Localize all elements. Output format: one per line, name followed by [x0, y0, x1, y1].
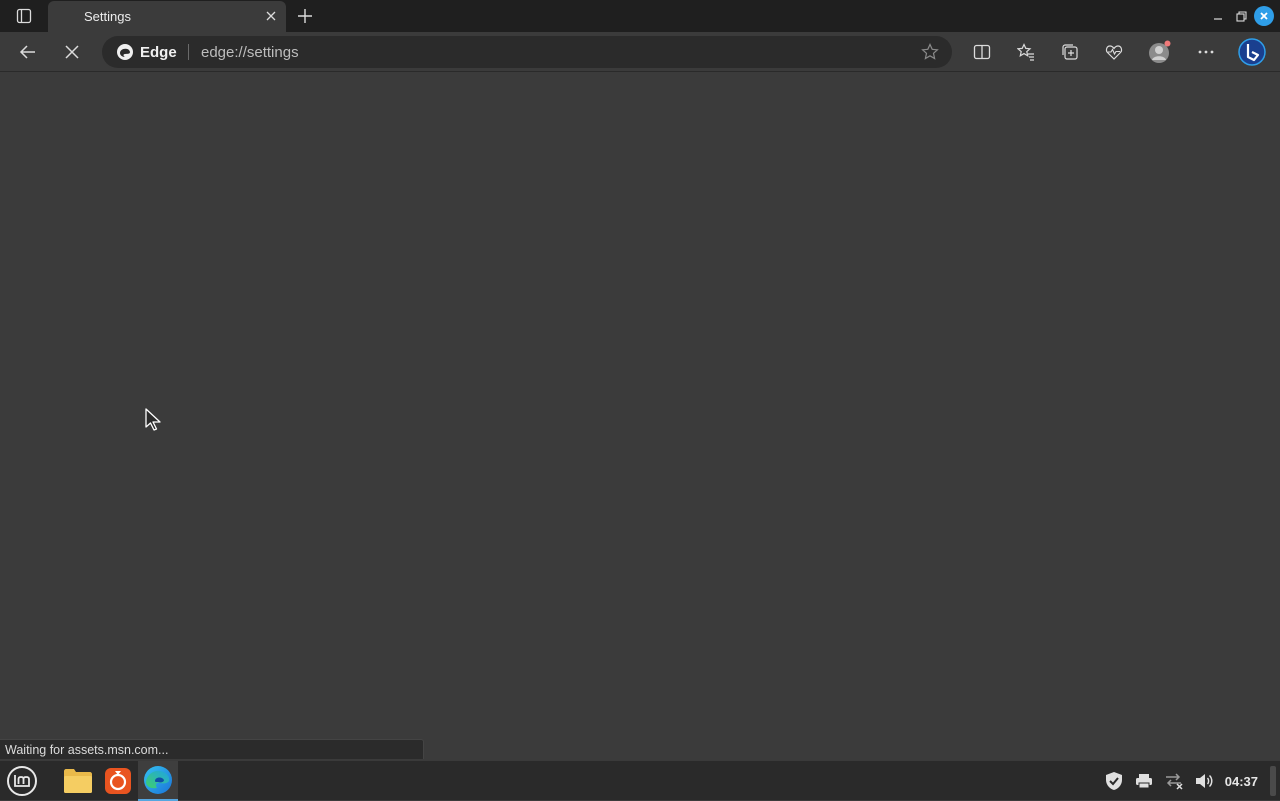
network-disconnected-icon: [1165, 773, 1183, 790]
tray-security[interactable]: [1099, 761, 1129, 801]
stop-icon: [65, 45, 79, 59]
printer-icon: [1135, 774, 1152, 789]
arrow-left-icon: [19, 45, 35, 59]
favorites-icon: [1017, 43, 1034, 61]
software-icon: [105, 768, 131, 794]
show-desktop-button[interactable]: [1270, 766, 1276, 796]
heartbeat-icon: [1105, 45, 1123, 60]
tab-strip: Settings: [0, 0, 1280, 32]
minimize-button[interactable]: [1207, 5, 1229, 27]
status-bubble: Waiting for assets.msn.com...: [0, 739, 424, 759]
page-content: [0, 72, 1280, 760]
add-favorite-button[interactable]: [920, 42, 940, 62]
avatar-icon: [1149, 40, 1171, 63]
tab-close-button[interactable]: [262, 7, 280, 25]
address-bar[interactable]: Edge edge://settings: [102, 36, 952, 68]
copilot-button[interactable]: [1236, 36, 1268, 68]
mint-menu-icon: [7, 766, 37, 796]
star-icon: [921, 43, 939, 60]
address-url[interactable]: edge://settings: [201, 44, 299, 61]
tray-printer[interactable]: [1129, 761, 1159, 801]
edge-icon: [144, 766, 172, 794]
restore-icon: [1235, 10, 1247, 22]
close-icon: [1260, 12, 1268, 20]
minimize-icon: [1214, 18, 1222, 20]
restore-button[interactable]: [1230, 5, 1252, 27]
collections-icon: [1062, 44, 1078, 60]
clock[interactable]: 04:37: [1225, 774, 1258, 789]
favorites-button[interactable]: [1010, 36, 1042, 68]
taskbar-edge[interactable]: [138, 761, 178, 801]
bing-icon: [1238, 38, 1266, 66]
split-screen-button[interactable]: [966, 36, 998, 68]
window-close-button[interactable]: [1254, 6, 1274, 26]
mint-menu-button[interactable]: [2, 761, 42, 801]
profile-button[interactable]: [1144, 36, 1176, 68]
edge-badge-label: Edge: [140, 43, 177, 61]
collections-button[interactable]: [1054, 36, 1086, 68]
close-icon: [266, 11, 276, 21]
folder-icon: [64, 769, 92, 793]
tray-network[interactable]: [1159, 761, 1189, 801]
stop-button[interactable]: [56, 36, 88, 68]
address-separator: [188, 44, 189, 60]
tab-actions-icon: [16, 8, 32, 24]
taskbar-software[interactable]: [98, 761, 138, 801]
mouse-cursor-icon: [145, 408, 161, 431]
window-controls: [1206, 0, 1280, 32]
edge-badge: Edge: [116, 36, 177, 68]
tab-actions-button[interactable]: [8, 4, 40, 28]
taskbar-files[interactable]: [58, 761, 98, 801]
split-screen-icon: [973, 44, 991, 60]
volume-icon: [1195, 774, 1213, 788]
edge-icon: [117, 44, 133, 60]
plus-icon: [298, 9, 312, 23]
toolbar: Edge edge://settings: [0, 32, 1280, 72]
performance-button[interactable]: [1098, 36, 1130, 68]
tab-title: Settings: [84, 9, 131, 24]
taskbar: 04:37: [0, 760, 1280, 801]
ellipsis-icon: [1198, 50, 1214, 54]
new-tab-button[interactable]: [293, 4, 317, 28]
tab-settings[interactable]: Settings: [48, 1, 286, 32]
back-button[interactable]: [12, 36, 44, 68]
more-button[interactable]: [1190, 36, 1222, 68]
tray-volume[interactable]: [1189, 761, 1219, 801]
system-tray: 04:37: [1099, 761, 1280, 801]
shield-check-icon: [1105, 772, 1122, 790]
